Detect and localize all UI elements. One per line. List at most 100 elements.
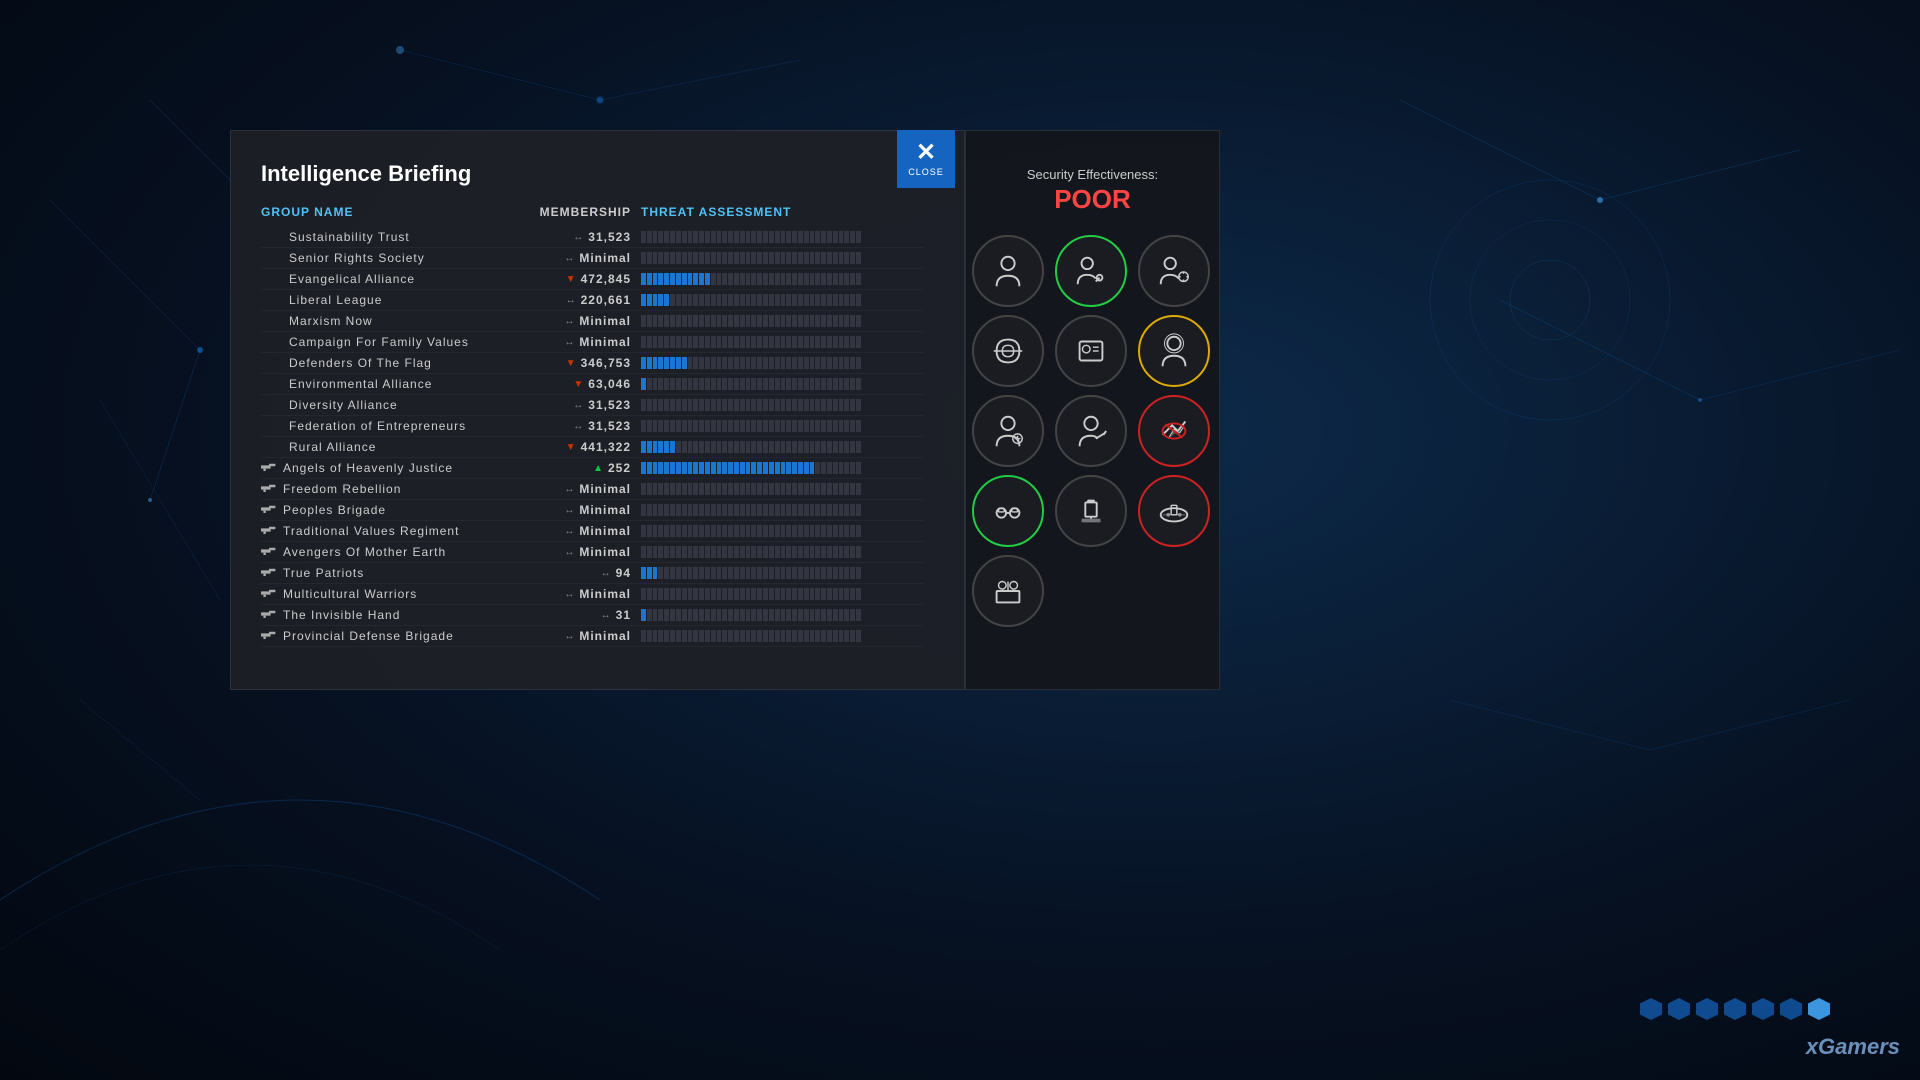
threat-bar-segment [658, 378, 663, 390]
threat-bar-segment [717, 231, 722, 243]
sec-btn-8[interactable] [1055, 395, 1127, 467]
threat-bar-segment [856, 504, 861, 516]
table-row[interactable]: Campaign For Family Values↔Minimal [261, 332, 924, 353]
threat-bar-segment [676, 441, 681, 453]
threat-bar-segment [833, 588, 838, 600]
threat-bar-segment [676, 609, 681, 621]
sec-btn-9[interactable] [1138, 395, 1210, 467]
table-row[interactable]: Angels of Heavenly Justice▲252 [261, 458, 924, 479]
threat-bar-segment [688, 483, 693, 495]
threat-bar-segment [728, 546, 733, 558]
threat-bar-segment [641, 504, 646, 516]
threat-bar-segment [763, 399, 768, 411]
sec-btn-6[interactable] [1138, 315, 1210, 387]
threat-bar-segment [734, 630, 739, 642]
threat-bar-segment [682, 483, 687, 495]
sec-btn-12[interactable] [1138, 475, 1210, 547]
threat-bar-segment [699, 399, 704, 411]
threat-bar-segment [682, 630, 687, 642]
sec-btn-2[interactable] [1055, 235, 1127, 307]
table-row[interactable]: Traditional Values Regiment↔Minimal [261, 521, 924, 542]
threat-bar-segment [658, 357, 663, 369]
threat-bar-segment [717, 630, 722, 642]
table-row[interactable]: The Invisible Hand↔31 [261, 605, 924, 626]
threat-bar-segment [740, 504, 745, 516]
threat-bar-segment [786, 546, 791, 558]
table-row[interactable]: Peoples Brigade↔Minimal [261, 500, 924, 521]
table-row[interactable]: Liberal League↔220,661 [261, 290, 924, 311]
threat-bar-segment [821, 525, 826, 537]
threat-bar-segment [705, 483, 710, 495]
threat-bar-segment [821, 441, 826, 453]
threat-bar-segment [833, 441, 838, 453]
sec-btn-7[interactable] [972, 395, 1044, 467]
threat-bar-segment [757, 231, 762, 243]
table-row[interactable]: Federation of Entrepreneurs↔31,523 [261, 416, 924, 437]
threat-bar-segment [781, 546, 786, 558]
threat-bar-segment [722, 462, 727, 474]
threat-bar-segment [804, 378, 809, 390]
table-row[interactable]: Rural Alliance▼441,322 [261, 437, 924, 458]
table-row[interactable]: Evangelical Alliance▼472,845 [261, 269, 924, 290]
threat-bar-segment [757, 294, 762, 306]
group-name-text: Rural Alliance [289, 440, 376, 454]
threat-bar-segment [670, 630, 675, 642]
sec-btn-10[interactable] [972, 475, 1044, 547]
sec-btn-13[interactable] [972, 555, 1044, 627]
membership-value: 220,661 [581, 293, 631, 307]
threat-bar-segment [850, 483, 855, 495]
sec-btn-3[interactable] [1138, 235, 1210, 307]
threat-bar-segment [781, 273, 786, 285]
threat-bar-segment [711, 294, 716, 306]
table-row[interactable]: Senior Rights Society↔Minimal [261, 248, 924, 269]
threat-bar-segment [850, 336, 855, 348]
threat-bar-segment [804, 273, 809, 285]
table-row[interactable]: Defenders Of The Flag▼346,753 [261, 353, 924, 374]
table-row[interactable]: Diversity Alliance↔31,523 [261, 395, 924, 416]
threat-bar-segment [641, 399, 646, 411]
sec-btn-5[interactable] [1055, 315, 1127, 387]
threat-bar-segment [746, 567, 751, 579]
table-row[interactable]: Avengers Of Mother Earth↔Minimal [261, 542, 924, 563]
threat-bar-segment [775, 231, 780, 243]
threat-bar-segment [722, 525, 727, 537]
threat-bar-segment [781, 357, 786, 369]
membership-value: Minimal [579, 587, 631, 601]
threat-bar-segment [734, 273, 739, 285]
table-row[interactable]: Provincial Defense Brigade↔Minimal [261, 626, 924, 647]
sec-btn-1[interactable] [972, 235, 1044, 307]
table-row[interactable]: Multicultural Warriors↔Minimal [261, 584, 924, 605]
close-button[interactable]: ✕ CLOSE [897, 130, 955, 188]
threat-bar-segment [653, 441, 658, 453]
threat-bar-segment [763, 420, 768, 432]
threat-bar-segment [775, 336, 780, 348]
threat-bar-segment [850, 504, 855, 516]
sec-btn-11[interactable] [1055, 475, 1127, 547]
table-row[interactable]: Sustainability Trust↔31,523 [261, 227, 924, 248]
table-row[interactable]: True Patriots↔94 [261, 563, 924, 584]
threat-bar-segment [647, 420, 652, 432]
groups-list[interactable]: Sustainability Trust↔31,523Senior Rights… [251, 227, 944, 657]
threat-bar-segment [670, 399, 675, 411]
table-row[interactable]: Environmental Alliance▼63,046 [261, 374, 924, 395]
group-name-cell: Federation of Entrepreneurs [261, 419, 521, 433]
threat-bar-segment [815, 357, 820, 369]
threat-bar-segment [792, 273, 797, 285]
membership-value: 441,322 [581, 440, 631, 454]
sec-btn-4[interactable] [972, 315, 1044, 387]
threat-bar-segment [693, 630, 698, 642]
threat-bar-segment [676, 588, 681, 600]
threat-bar-segment [653, 336, 658, 348]
threat-bar-segment [688, 336, 693, 348]
threat-bar-segment [728, 441, 733, 453]
threat-bar-segment [810, 252, 815, 264]
table-row[interactable]: Freedom Rebellion↔Minimal [261, 479, 924, 500]
threat-bar-segment [693, 546, 698, 558]
threat-bar-segment [705, 273, 710, 285]
table-row[interactable]: Marxism Now↔Minimal [261, 311, 924, 332]
threat-bar-segment [641, 294, 646, 306]
threat-bar-segment [781, 588, 786, 600]
threat-bar-segment [804, 525, 809, 537]
membership-value: Minimal [579, 545, 631, 559]
threat-bar-segment [757, 420, 762, 432]
